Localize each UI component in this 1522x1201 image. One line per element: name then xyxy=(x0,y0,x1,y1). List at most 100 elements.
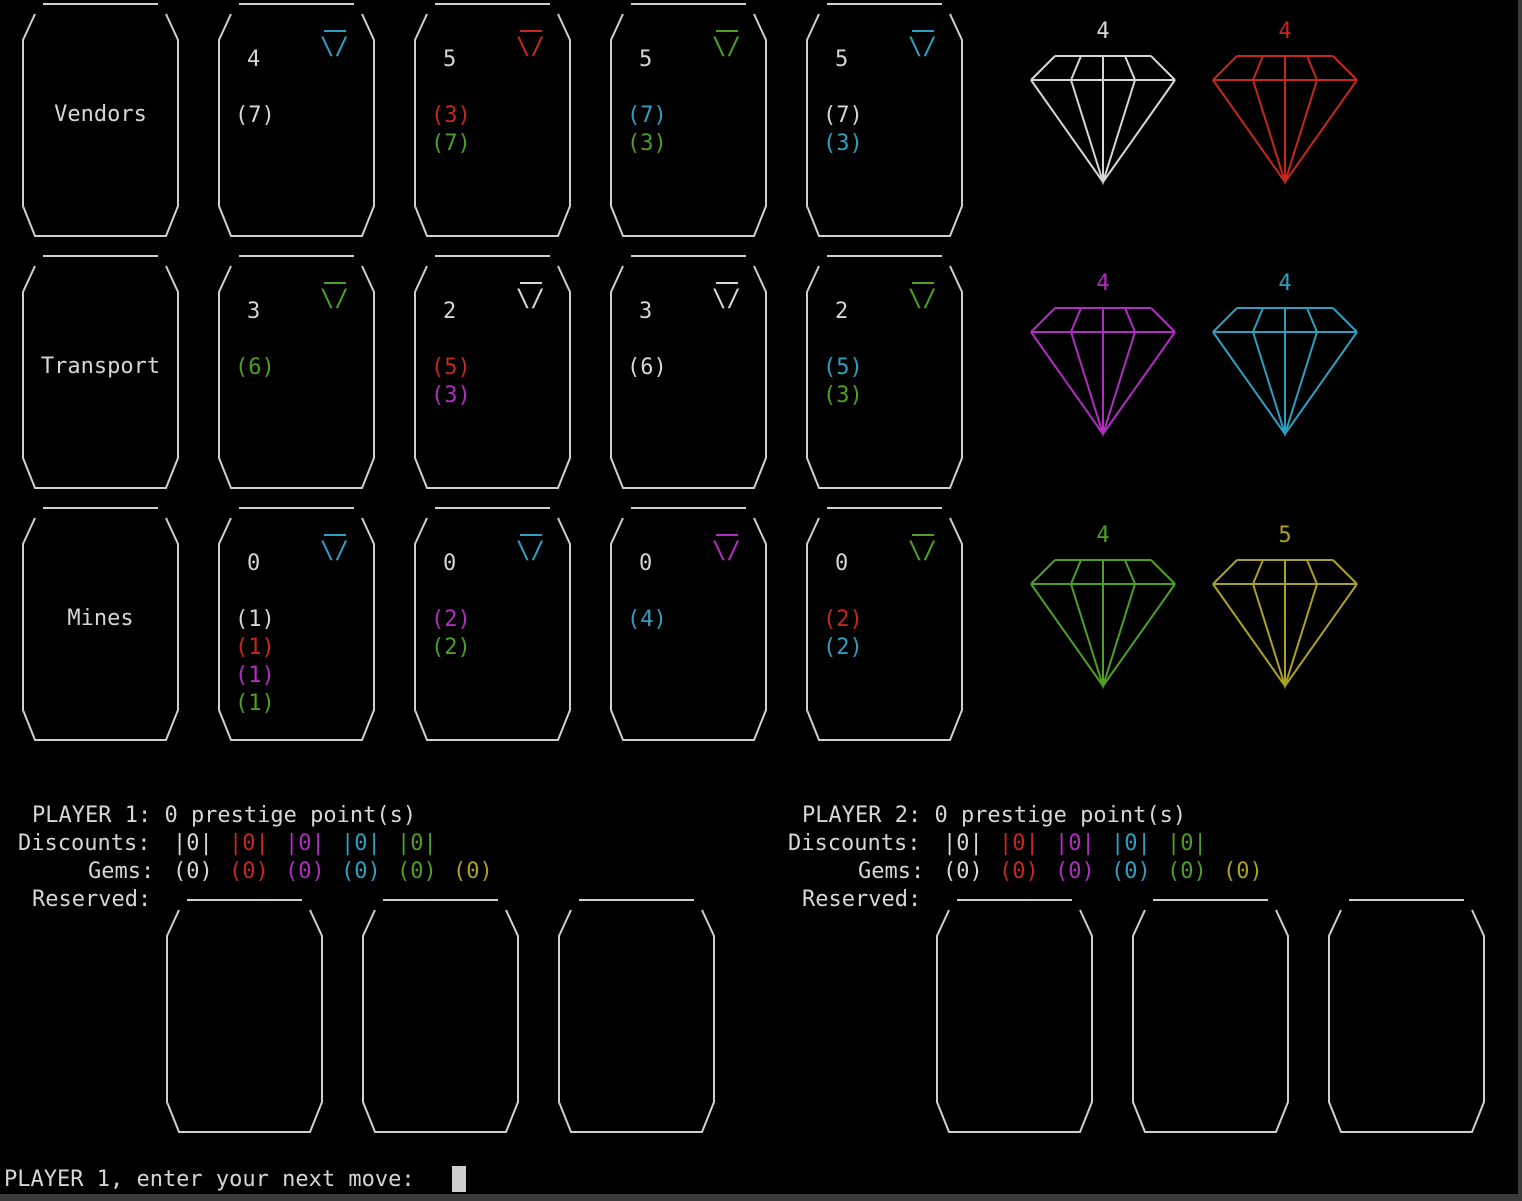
gem-holding: (0) xyxy=(453,859,493,884)
gem-count: 4 xyxy=(1096,271,1110,296)
white-gem-stack[interactable]: 4 xyxy=(1023,18,1183,198)
development-card[interactable]: 4 \/ (7) xyxy=(211,0,382,237)
reserved-card-slot[interactable] xyxy=(355,896,526,1133)
move-prompt: PLAYER 1, enter your next move: xyxy=(4,1167,415,1192)
gem-icon-body: \/ xyxy=(320,536,349,564)
reserved-label: Reserved: xyxy=(32,887,152,912)
row-label: Mines xyxy=(67,606,134,631)
card-outline xyxy=(166,899,323,1133)
gem-icon-body: \/ xyxy=(516,32,545,60)
prestige-points: 5 xyxy=(835,47,849,72)
gem-icon-body: \/ xyxy=(516,536,545,564)
development-card[interactable]: 2 \/ (5) (3) xyxy=(799,252,970,489)
diamond-icon xyxy=(1030,559,1176,690)
gem-icon-body: \/ xyxy=(516,284,545,312)
development-card[interactable]: 0 \/ (4) xyxy=(603,504,774,741)
card-outline xyxy=(1328,899,1485,1133)
gem-holding: (0) xyxy=(1055,859,1095,884)
gem-holding: (0) xyxy=(1111,859,1151,884)
gem-holding: (0) xyxy=(397,859,437,884)
green-gem-stack[interactable]: 4 xyxy=(1023,522,1183,702)
gem-holding: (0) xyxy=(229,859,269,884)
row-label: Transport xyxy=(40,354,161,379)
discount-value: |0| xyxy=(285,831,325,856)
card-cost: (7) xyxy=(431,131,471,156)
discount-value: |0| xyxy=(173,831,213,856)
discounts-label: Discounts: xyxy=(788,831,921,856)
card-cost: (3) xyxy=(431,383,471,408)
cyan-gem-stack[interactable]: 4 xyxy=(1205,270,1365,450)
discount-value: |0| xyxy=(229,831,269,856)
card-cost: (2) xyxy=(431,607,471,632)
prestige-points: 0 xyxy=(835,551,849,576)
development-card[interactable]: 3 \/ (6) xyxy=(211,252,382,489)
card-cost: (2) xyxy=(823,607,863,632)
red-gem-stack[interactable]: 4 xyxy=(1205,18,1365,198)
reserved-card-slot[interactable] xyxy=(929,896,1100,1133)
development-card[interactable]: 2 \/ (5) (3) xyxy=(407,252,578,489)
row-label-card: Transport xyxy=(15,252,186,489)
reserved-card-slot[interactable] xyxy=(551,896,722,1133)
row-label: Vendors xyxy=(54,102,147,127)
discount-value: |0| xyxy=(1055,831,1095,856)
gem-holding: (0) xyxy=(1167,859,1207,884)
diamond-icon xyxy=(1212,55,1358,186)
discount-value: |0| xyxy=(397,831,437,856)
gem-icon-body: \/ xyxy=(320,32,349,60)
gem-holding: (0) xyxy=(341,859,381,884)
row-label-card: Mines xyxy=(15,504,186,741)
player-title: PLAYER 1: 0 prestige point(s) xyxy=(32,803,417,828)
input-cursor[interactable] xyxy=(452,1166,466,1192)
prestige-points: 0 xyxy=(247,551,261,576)
prestige-points: 2 xyxy=(835,299,849,324)
gem-holding: (0) xyxy=(285,859,325,884)
yellow-gem-stack[interactable]: 5 xyxy=(1205,522,1365,702)
development-card[interactable]: 5 \/ (7) (3) xyxy=(603,0,774,237)
diamond-icon xyxy=(1030,55,1176,186)
prestige-points: 5 xyxy=(639,47,653,72)
card-cost: (1) xyxy=(235,663,275,688)
card-cost: (1) xyxy=(235,635,275,660)
prestige-points: 3 xyxy=(247,299,261,324)
reserved-card-slot[interactable] xyxy=(1321,896,1492,1133)
card-cost: (7) xyxy=(627,103,667,128)
card-cost: (2) xyxy=(431,635,471,660)
discount-value: |0| xyxy=(943,831,983,856)
card-cost: (6) xyxy=(235,355,275,380)
purple-gem-stack[interactable]: 4 xyxy=(1023,270,1183,450)
card-cost: (5) xyxy=(823,355,863,380)
gem-icon-body: \/ xyxy=(712,32,741,60)
development-card[interactable]: 5 \/ (7) (3) xyxy=(799,0,970,237)
reserved-label: Reserved: xyxy=(802,887,922,912)
diamond-icon xyxy=(1212,559,1358,690)
card-outline xyxy=(936,899,1093,1133)
development-card[interactable]: 3 \/ (6) xyxy=(603,252,774,489)
prestige-points: 2 xyxy=(443,299,457,324)
card-cost: (3) xyxy=(823,131,863,156)
reserved-card-slot[interactable] xyxy=(159,896,330,1133)
development-card[interactable]: 0 \/ (2) (2) xyxy=(407,504,578,741)
development-card[interactable]: 0 \/ (2) (2) xyxy=(799,504,970,741)
card-outline xyxy=(558,899,715,1133)
development-card[interactable]: 5 \/ (3) (7) xyxy=(407,0,578,237)
prestige-points: 4 xyxy=(247,47,261,72)
reserved-card-slot[interactable] xyxy=(1125,896,1296,1133)
gem-count: 5 xyxy=(1278,523,1292,548)
gem-icon-body: \/ xyxy=(320,284,349,312)
prestige-points: 0 xyxy=(639,551,653,576)
prestige-points: 3 xyxy=(639,299,653,324)
gem-count: 4 xyxy=(1096,523,1110,548)
gem-count: 4 xyxy=(1278,19,1292,44)
discount-value: |0| xyxy=(341,831,381,856)
gem-holding: (0) xyxy=(943,859,983,884)
gem-icon-body: \/ xyxy=(712,284,741,312)
gems-label: Gems: xyxy=(858,859,925,884)
gem-icon-body: \/ xyxy=(908,284,937,312)
gem-count: 4 xyxy=(1278,271,1292,296)
prestige-points: 5 xyxy=(443,47,457,72)
player-title: PLAYER 2: 0 prestige point(s) xyxy=(802,803,1187,828)
card-cost: (3) xyxy=(431,103,471,128)
development-card[interactable]: 0 \/ (1) (1) (1) (1) xyxy=(211,504,382,741)
card-cost: (2) xyxy=(823,635,863,660)
gem-icon-body: \/ xyxy=(712,536,741,564)
